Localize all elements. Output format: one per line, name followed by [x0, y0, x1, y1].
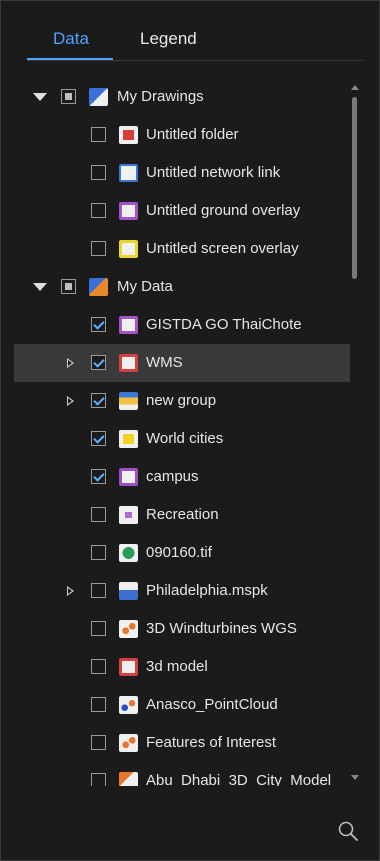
checkbox-checked[interactable] — [91, 355, 106, 370]
model-layer-icon — [119, 658, 138, 676]
checkbox-partial[interactable] — [61, 279, 76, 294]
tree-label: 090160.tif — [146, 544, 212, 561]
expand-toggle-icon[interactable] — [63, 356, 77, 370]
drawing-icon — [89, 88, 108, 106]
tree-label: 3d model — [146, 658, 208, 675]
data-icon — [89, 278, 108, 296]
tree-label: Untitled ground overlay — [146, 202, 301, 219]
tree-label: GISTDA GO ThaiChote — [146, 316, 302, 333]
tree-label: World cities — [146, 430, 224, 447]
checkbox-checked[interactable] — [91, 431, 106, 446]
checkbox-checked[interactable] — [91, 317, 106, 332]
raster-layer-icon — [119, 316, 138, 334]
tree-row-world-cities[interactable]: World cities — [1, 420, 351, 458]
tree-label: Recreation — [146, 506, 219, 523]
tree-label: campus — [146, 468, 199, 485]
point-layer-icon — [119, 506, 138, 524]
expand-toggle-icon[interactable] — [63, 584, 77, 598]
checkbox-checked[interactable] — [91, 393, 106, 408]
point-layer-icon — [119, 734, 138, 752]
tree-row-philadelphia[interactable]: Philadelphia.mspk — [1, 572, 351, 610]
tree-row-new-group[interactable]: new group — [1, 382, 351, 420]
tree-row-untitled-folder[interactable]: Untitled folder — [1, 116, 351, 154]
tab-bar: Data Legend — [1, 1, 380, 61]
expand-toggle-icon[interactable] — [33, 90, 47, 104]
scene-layer-icon — [119, 772, 138, 786]
tree-label: My Data — [117, 278, 173, 295]
checkbox[interactable] — [91, 697, 106, 712]
expand-toggle-icon[interactable] — [63, 394, 77, 408]
tree-row-090160-tif[interactable]: 090160.tif — [1, 534, 351, 572]
checkbox[interactable] — [91, 659, 106, 674]
tree-label: Untitled network link — [146, 164, 281, 181]
tree-row-my-data[interactable]: My Data — [1, 268, 351, 306]
tree-label: Philadelphia.mspk — [146, 582, 268, 599]
scroll-thumb[interactable] — [352, 97, 357, 279]
tree-row-gistda[interactable]: GISTDA GO ThaiChote — [1, 306, 351, 344]
tree-row-untitled-screen-overlay[interactable]: Untitled screen overlay — [1, 230, 351, 268]
tree-label: new group — [146, 392, 217, 409]
checkbox[interactable] — [91, 735, 106, 750]
tree-row-anasco-pointcloud[interactable]: Anasco_PointCloud — [1, 686, 351, 724]
tab-legend[interactable]: Legend — [140, 29, 197, 49]
tree-label: WMS — [146, 354, 183, 371]
layer-tree: My Drawings Untitled folder Untitled net… — [1, 78, 351, 786]
tree-row-my-drawings[interactable]: My Drawings — [1, 78, 351, 116]
point-layer-icon — [119, 620, 138, 638]
vertical-scrollbar[interactable] — [349, 83, 361, 791]
scroll-up-icon[interactable] — [351, 85, 359, 90]
wms-layer-icon — [119, 354, 138, 372]
tree-row-wms[interactable]: WMS — [14, 344, 350, 382]
polygon-layer-icon — [119, 468, 138, 486]
checkbox-partial[interactable] — [61, 89, 76, 104]
point-layer-icon — [119, 430, 138, 448]
tree-label: My Drawings — [117, 88, 204, 105]
scroll-down-icon[interactable] — [351, 775, 359, 780]
tree-row-campus[interactable]: campus — [1, 458, 351, 496]
ground-overlay-icon — [119, 202, 138, 220]
checkbox[interactable] — [91, 127, 106, 142]
tree-row-untitled-ground-overlay[interactable]: Untitled ground overlay — [1, 192, 351, 230]
network-link-icon — [119, 164, 138, 182]
search-icon[interactable] — [337, 820, 359, 842]
checkbox[interactable] — [91, 545, 106, 560]
tree-label: Untitled folder — [146, 126, 239, 143]
checkbox[interactable] — [91, 203, 106, 218]
data-panel: Data Legend My Drawings Untitled folder — [0, 0, 380, 861]
tree-row-untitled-network-link[interactable]: Untitled network link — [1, 154, 351, 192]
checkbox[interactable] — [91, 583, 106, 598]
tree-row-features-of-interest[interactable]: Features of Interest — [1, 724, 351, 762]
tree-label: Untitled screen overlay — [146, 240, 299, 257]
tab-divider — [27, 60, 363, 61]
checkbox[interactable] — [91, 507, 106, 522]
group-icon — [119, 392, 138, 410]
tree-row-3d-model[interactable]: 3d model — [1, 648, 351, 686]
tree-label: Anasco_PointCloud — [146, 696, 278, 713]
tree-row-recreation[interactable]: Recreation — [1, 496, 351, 534]
tree-label: 3D Windturbines WGS — [146, 620, 297, 637]
expand-toggle-icon[interactable] — [33, 280, 47, 294]
tree-label: Features of Interest — [146, 734, 277, 751]
tree-row-abu-dhabi[interactable]: Abu_Dhabi_3D_City_Model — [1, 762, 351, 786]
point-cloud-icon — [119, 696, 138, 714]
tree-row-3d-windturbines[interactable]: 3D Windturbines WGS — [1, 610, 351, 648]
tree-label: Abu_Dhabi_3D_City_Model — [146, 772, 332, 786]
checkbox-checked[interactable] — [91, 469, 106, 484]
folder-icon — [119, 126, 138, 144]
checkbox[interactable] — [91, 621, 106, 636]
screen-overlay-icon — [119, 240, 138, 258]
raster-layer-icon — [119, 544, 138, 562]
tab-data[interactable]: Data — [53, 29, 89, 49]
checkbox[interactable] — [91, 165, 106, 180]
checkbox[interactable] — [91, 241, 106, 256]
checkbox[interactable] — [91, 773, 106, 786]
scene-package-icon — [119, 582, 138, 600]
